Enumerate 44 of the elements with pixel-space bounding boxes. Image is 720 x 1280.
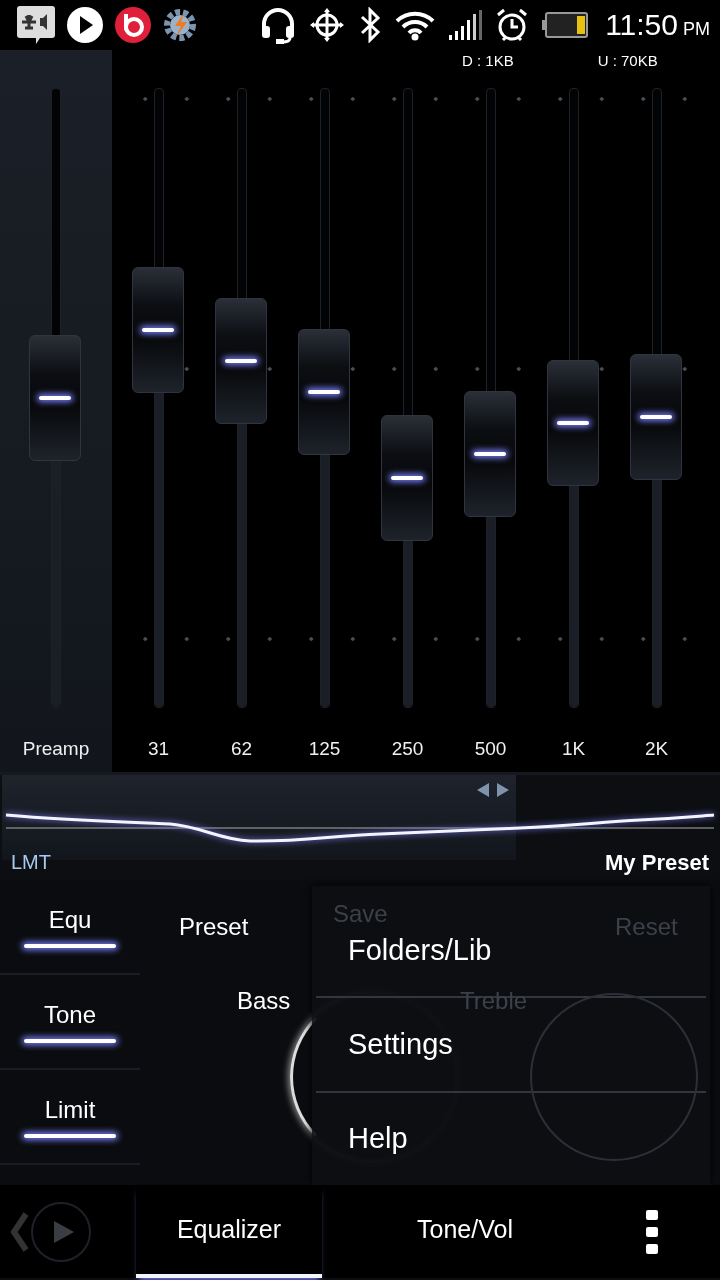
- play-icon: [66, 6, 104, 44]
- left-right-arrows-icon[interactable]: [477, 783, 509, 797]
- slider-thumb[interactable]: [131, 267, 184, 393]
- slider-thumb[interactable]: [463, 390, 516, 517]
- band-label: 250: [391, 738, 424, 760]
- battery-icon: [542, 12, 589, 38]
- menu-item[interactable]: Help: [316, 1092, 706, 1185]
- slider-thumb[interactable]: [546, 359, 599, 486]
- download-speed: D : 1KB: [462, 52, 514, 69]
- slider-thumb[interactable]: [380, 415, 433, 542]
- clock-time: 11:50: [605, 8, 678, 42]
- crosshair-icon: [309, 7, 346, 43]
- slider-thumb[interactable]: [29, 335, 81, 461]
- play-icon[interactable]: [30, 1200, 92, 1263]
- side-tab[interactable]: Equ: [0, 880, 140, 975]
- app-logo-icon: [114, 6, 152, 44]
- slider-thumb[interactable]: [297, 328, 350, 455]
- signal-icon: [448, 9, 483, 41]
- bass-label: Bass: [237, 987, 291, 1015]
- gear-icon: [162, 7, 198, 43]
- bottom-tab[interactable]: Tone/Vol: [372, 1185, 558, 1278]
- band-label: Preamp: [22, 738, 90, 760]
- side-tab[interactable]: Tone: [0, 975, 140, 1070]
- bottom-tab[interactable]: Equalizer: [136, 1185, 322, 1278]
- wifi-icon: [395, 9, 436, 41]
- slider-thumb[interactable]: [629, 353, 682, 480]
- band-label: 125: [308, 738, 341, 760]
- clock-period: PM: [683, 18, 710, 40]
- bluetooth-icon: [358, 7, 383, 43]
- band-label: 1K: [561, 738, 586, 760]
- preset-button[interactable]: Preset: [179, 913, 249, 941]
- preset-name: My Preset: [605, 850, 709, 876]
- limiter-label[interactable]: LMT: [11, 851, 51, 874]
- side-tab[interactable]: Limit: [0, 1070, 140, 1165]
- band-label: 2K: [644, 738, 669, 760]
- alarm-icon: [495, 7, 530, 43]
- headphones-icon: [260, 6, 297, 44]
- slider-thumb[interactable]: [214, 297, 267, 424]
- airplane-sound-icon: [16, 4, 56, 46]
- upload-speed: U : 70KB: [597, 52, 658, 69]
- band-label: 500: [474, 738, 507, 760]
- more-options-icon[interactable]: [645, 1209, 659, 1255]
- band-label: 62: [230, 738, 253, 760]
- band-label: 31: [147, 738, 170, 760]
